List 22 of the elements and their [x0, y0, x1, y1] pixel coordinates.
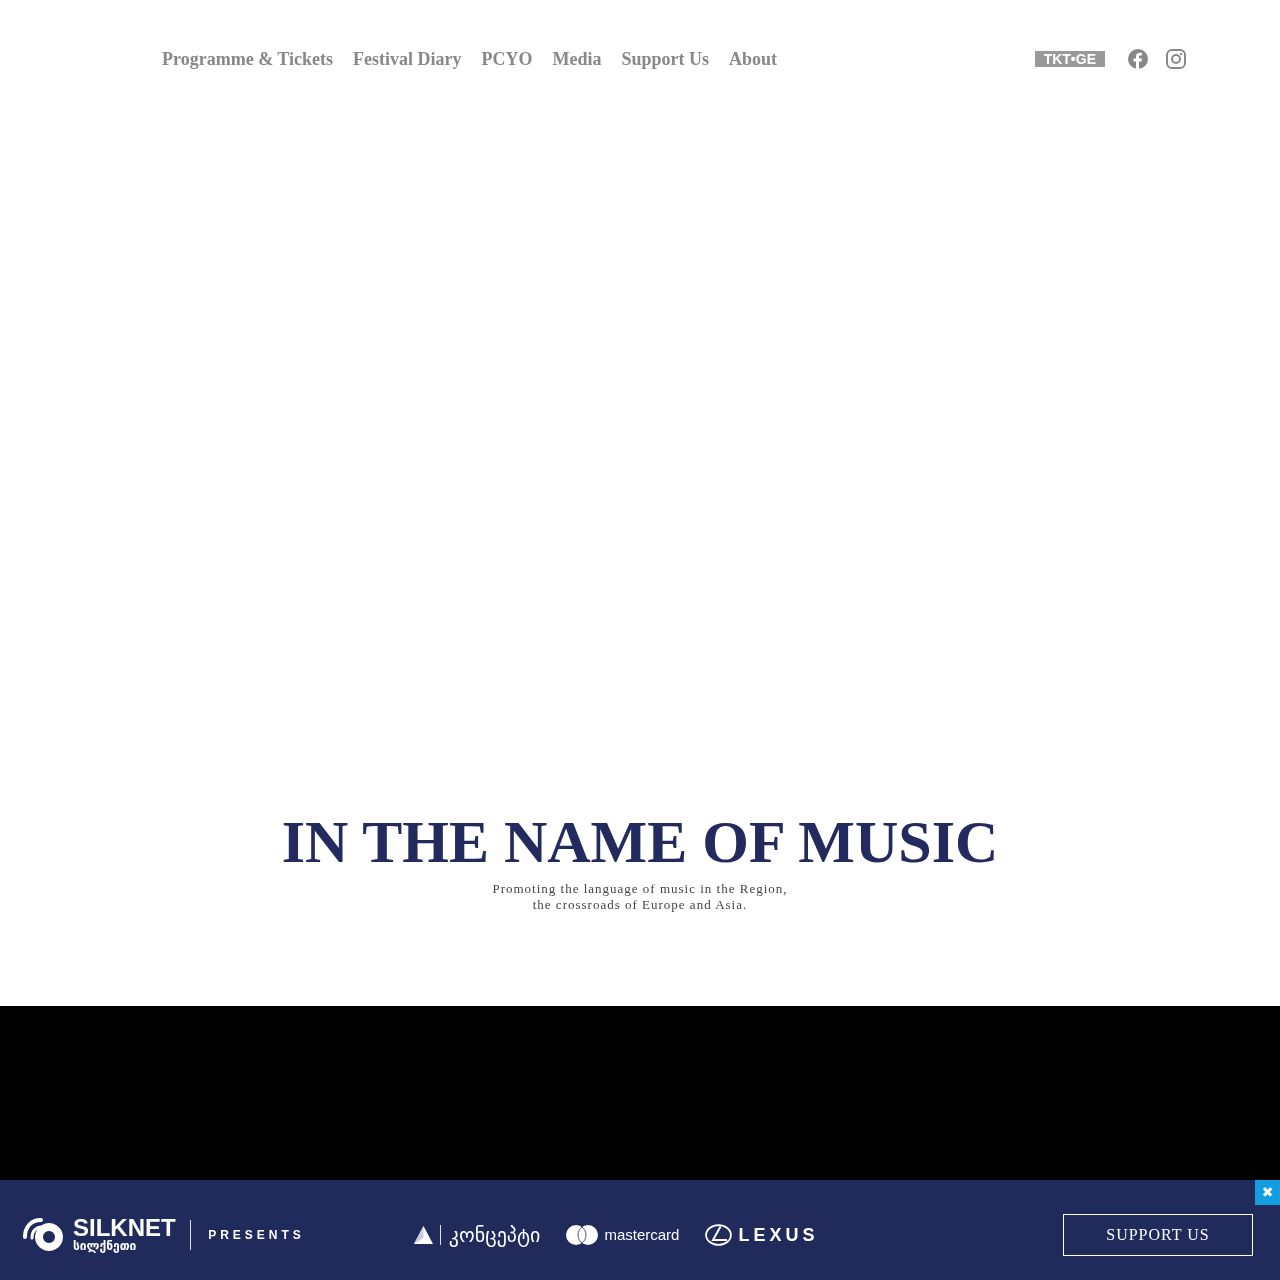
nav-link[interactable]: About — [729, 48, 777, 70]
ticket-logo[interactable]: TKT•GE — [1034, 51, 1105, 67]
triangle-logo-icon — [413, 1226, 433, 1244]
sponsor-name: LEXUS — [738, 1226, 819, 1244]
facebook-icon[interactable] — [1128, 49, 1148, 69]
brand-name-georgian: სილქნეთი — [73, 1239, 138, 1253]
hero-subtitle: Promoting the language of music in the Region, the crossroads of Europe and Asia. — [492, 881, 788, 913]
nav-link[interactable]: Programme & Tickets — [162, 48, 333, 70]
sponsor-name: mastercard — [604, 1226, 680, 1244]
close-button[interactable]: ✖ — [1255, 1180, 1280, 1205]
brand-name: SILKNET — [73, 1217, 176, 1239]
nav-link[interactable]: Festival Diary — [352, 48, 462, 70]
presents-label: PRESENTS — [208, 1227, 305, 1244]
nav-link[interactable]: Media — [552, 48, 602, 70]
nav-link[interactable]: PCYO — [481, 48, 533, 70]
support-button[interactable]: SUPPORT US — [1063, 1214, 1253, 1256]
circles-logo-icon — [566, 1225, 599, 1245]
sponsor-name: კონცეპტი — [448, 1223, 541, 1247]
instagram-icon[interactable] — [1166, 49, 1186, 69]
hero-title: IN THE NAME OF MUSIC — [281, 808, 999, 877]
nav-link[interactable]: Support Us — [621, 48, 709, 70]
emblem-logo-icon — [705, 1224, 733, 1246]
